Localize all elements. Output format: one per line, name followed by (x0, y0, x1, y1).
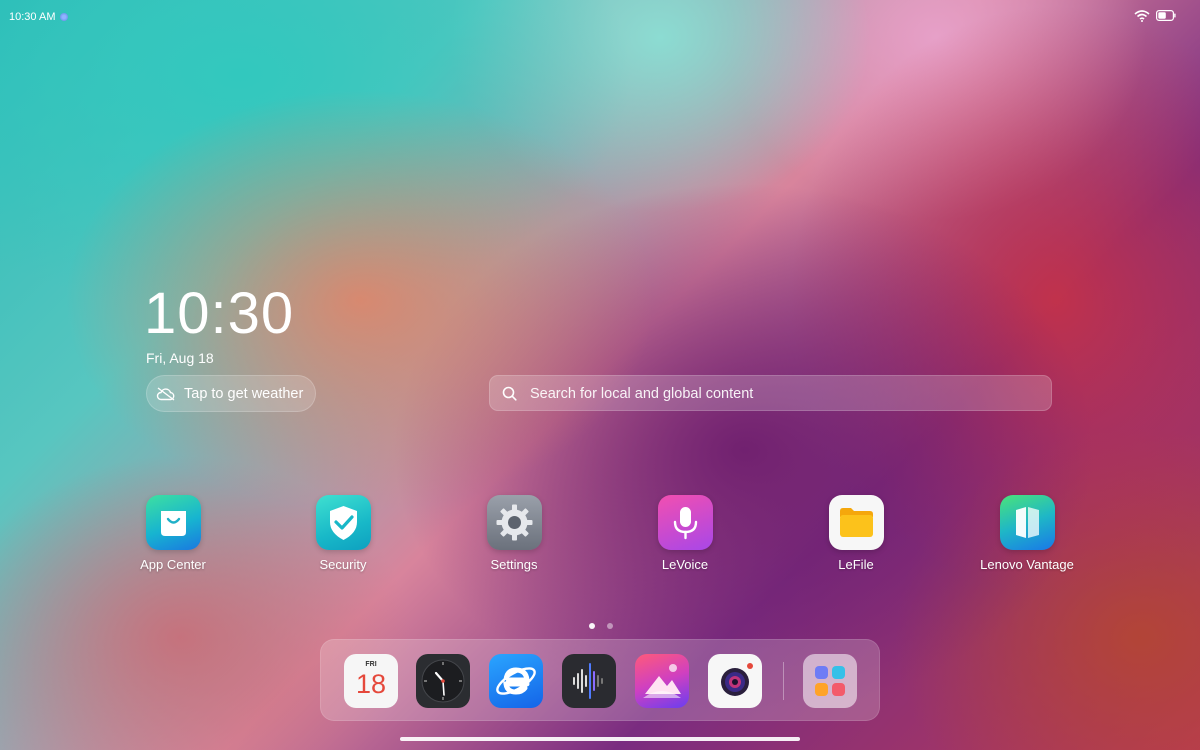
clock-widget[interactable]: 10:30 Fri, Aug 18 (144, 281, 295, 367)
notification-dot-icon (60, 13, 68, 21)
page-indicator (589, 616, 621, 634)
folder-icon (828, 495, 884, 550)
browser-icon[interactable] (489, 654, 543, 708)
cloud-off-icon (156, 387, 175, 401)
shield-check-icon (315, 495, 371, 550)
weather-button[interactable]: Tap to get weather (146, 375, 316, 412)
app-label: LeFile (838, 557, 874, 572)
search-input[interactable] (528, 376, 1032, 412)
search-icon (502, 386, 517, 401)
wifi-icon (1134, 10, 1150, 22)
status-bar: 10:30 AM (0, 0, 1200, 34)
gallery-icon[interactable] (635, 654, 689, 708)
clock-date: Fri, Aug 18 (146, 350, 214, 366)
page-dot (607, 623, 614, 629)
app-levoice[interactable]: LeVoice (610, 495, 760, 572)
camera-icon[interactable] (708, 654, 762, 708)
app-settings[interactable]: Settings (439, 495, 589, 572)
calendar-day: FRI (365, 661, 377, 668)
calendar-icon[interactable]: FRI 18 (344, 654, 398, 708)
app-lefile[interactable]: LeFile (781, 495, 931, 572)
app-label: Lenovo Vantage (980, 557, 1074, 572)
battery-icon (1156, 10, 1176, 21)
clock-icon[interactable] (416, 654, 470, 708)
app-label: App Center (140, 557, 206, 572)
weather-label: Tap to get weather (184, 386, 304, 402)
dock: FRI 18 (320, 639, 880, 721)
status-time: 10:30 AM (9, 11, 56, 23)
calendar-date: 18 (355, 669, 387, 699)
microphone-icon (657, 495, 713, 550)
shopping-bag-icon (145, 495, 201, 550)
vantage-icon (999, 495, 1055, 550)
clock-time: 10:30 (144, 281, 295, 346)
app-security[interactable]: Security (268, 495, 418, 572)
voice-recorder-icon[interactable] (562, 654, 616, 708)
page-dot-active (589, 623, 595, 629)
app-lenovo-vantage[interactable]: Lenovo Vantage (952, 495, 1102, 572)
app-app-center[interactable]: App Center (98, 495, 248, 572)
dock-divider (783, 662, 784, 700)
home-indicator[interactable] (400, 737, 800, 741)
app-label: LeVoice (661, 557, 709, 572)
search-bar[interactable] (489, 375, 1052, 412)
app-label: Settings (490, 557, 538, 572)
app-label: Security (319, 557, 367, 572)
gear-icon (486, 495, 542, 550)
app-drawer-icon[interactable] (803, 654, 857, 708)
